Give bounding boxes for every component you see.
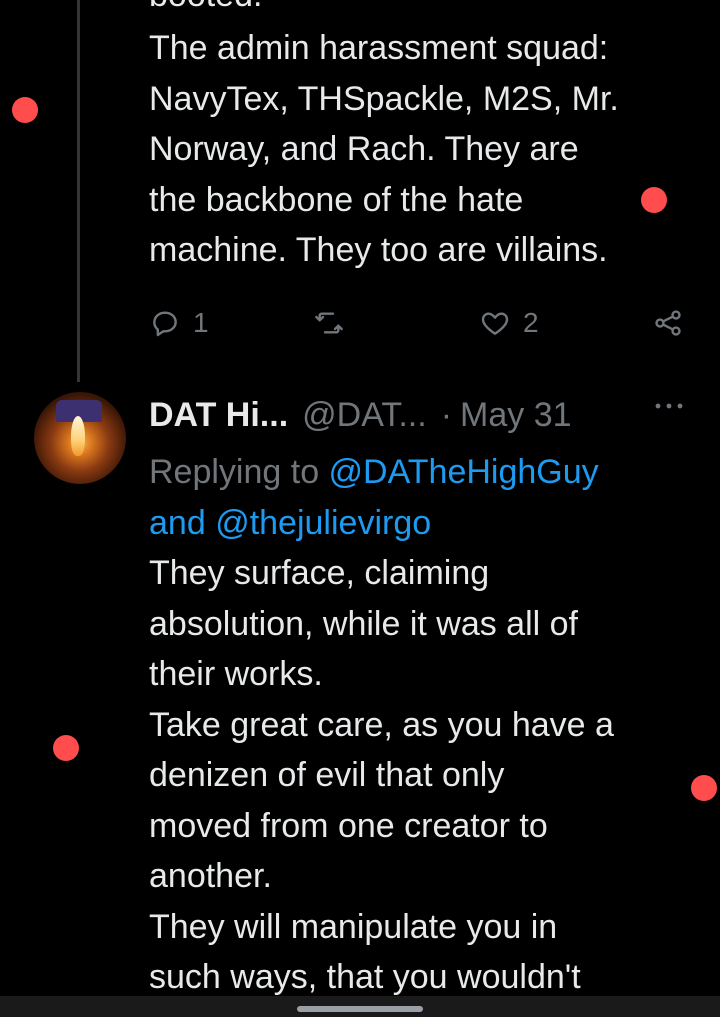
retweet-button[interactable] bbox=[313, 303, 345, 343]
tweet-date[interactable]: May 31 bbox=[460, 396, 572, 435]
share-button[interactable] bbox=[652, 303, 684, 343]
reply-icon bbox=[153, 311, 177, 337]
more-icon bbox=[655, 403, 683, 409]
more-button[interactable] bbox=[652, 396, 686, 426]
avatar[interactable] bbox=[34, 392, 126, 484]
annotation-dot bbox=[12, 97, 38, 123]
home-indicator[interactable] bbox=[297, 1006, 423, 1012]
tweet-header: DAT Hi... @DAT... · May 31 bbox=[149, 388, 572, 442]
annotation-dot bbox=[641, 187, 667, 213]
share-icon bbox=[655, 310, 681, 336]
replying-to-and: and bbox=[149, 503, 216, 542]
mention-link[interactable]: @thejulievirgo bbox=[215, 504, 431, 542]
user-handle[interactable]: @DAT... bbox=[302, 396, 427, 435]
thread-line bbox=[77, 0, 80, 382]
like-button[interactable]: 2 bbox=[479, 303, 539, 343]
heart-icon bbox=[481, 312, 509, 335]
reply-count: 1 bbox=[193, 307, 209, 338]
annotation-dot bbox=[53, 735, 79, 761]
separator: · bbox=[440, 395, 453, 434]
tweet-text-cutoff: booted. bbox=[149, 0, 262, 21]
annotation-dot bbox=[691, 775, 717, 801]
tweet-text: The admin harassment squad: NavyTex, THS… bbox=[149, 29, 619, 269]
mention-link[interactable]: @DATheHighGuy bbox=[329, 453, 599, 491]
replying-to: Replying to @DATheHighGuy and @thejuliev… bbox=[149, 447, 709, 548]
like-count: 2 bbox=[523, 307, 539, 338]
replying-to-prefix: Replying to bbox=[149, 453, 329, 491]
tweet-text: They surface, claiming absolution, while… bbox=[149, 554, 614, 996]
display-name[interactable]: DAT Hi... bbox=[149, 396, 288, 435]
flame-shape bbox=[71, 416, 85, 456]
retweet-icon bbox=[315, 312, 343, 334]
reply-button[interactable]: 1 bbox=[149, 303, 209, 343]
